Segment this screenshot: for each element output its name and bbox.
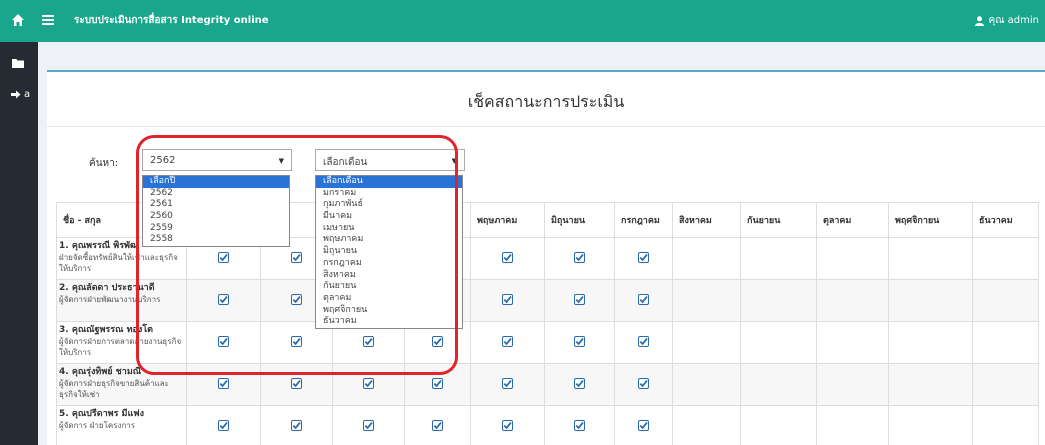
table-row: 5. คุณปรีดาพร มีแฟงผู้จัดการ ฝ่ายโครงการ: [56, 405, 1039, 445]
status-cell: [816, 237, 889, 280]
status-cell: [740, 321, 817, 364]
status-cell: [404, 405, 471, 445]
status-cell: [470, 405, 545, 445]
checkbox-checked-icon: [363, 419, 374, 431]
status-cell: [544, 237, 615, 280]
checkbox-checked-icon: [432, 377, 443, 389]
checkbox-checked-icon: [638, 377, 649, 389]
top-navbar: ระบบประเมินการสื่อสาร Integrity online ค…: [0, 0, 1045, 42]
highlight-annotation: [136, 135, 458, 375]
title-divider: [47, 126, 1045, 127]
checkbox-checked-icon: [638, 335, 649, 347]
status-cell: [544, 279, 615, 322]
checkbox-checked-icon: [574, 419, 585, 431]
sign-out-icon: [11, 90, 21, 99]
column-header: ตุลาคม: [816, 202, 889, 238]
column-header: สิงหาคม: [672, 202, 741, 238]
column-header: ธันวาคม: [972, 202, 1039, 238]
employee-role: ผู้จัดการฝ่ายธุรกิจขายสินค้าและธุรกิจให้…: [59, 379, 169, 399]
checkbox-checked-icon: [638, 293, 649, 305]
status-cell: [672, 363, 741, 406]
status-cell: [816, 279, 889, 322]
status-cell: [672, 279, 741, 322]
status-cell: [888, 405, 973, 445]
employee-name: 5. คุณปรีดาพร มีแฟง: [59, 409, 145, 419]
status-cell: [972, 237, 1039, 280]
status-cell: [672, 321, 741, 364]
checkbox-checked-icon: [291, 419, 302, 431]
status-cell: [672, 237, 741, 280]
status-cell: [614, 363, 673, 406]
status-cell: [614, 279, 673, 322]
status-cell: [544, 405, 615, 445]
status-cell: [816, 363, 889, 406]
home-icon[interactable]: [11, 13, 25, 27]
column-header: พฤศจิกายน: [888, 202, 973, 238]
status-cell: [470, 363, 545, 406]
column-header: กรกฎาคม: [614, 202, 673, 238]
employee-cell: 5. คุณปรีดาพร มีแฟงผู้จัดการ ฝ่ายโครงการ: [56, 405, 187, 445]
status-cell: [972, 321, 1039, 364]
column-header: มิถุนายน: [544, 202, 615, 238]
hamburger-menu-icon[interactable]: [42, 14, 54, 26]
status-cell: [614, 237, 673, 280]
employee-role: ผู้จัดการ ฝ่ายโครงการ: [59, 421, 136, 430]
checkbox-checked-icon: [218, 377, 229, 389]
checkbox-checked-icon: [574, 251, 585, 263]
status-cell: [614, 405, 673, 445]
checkbox-checked-icon: [218, 419, 229, 431]
checkbox-checked-icon: [502, 335, 513, 347]
status-cell: [470, 237, 545, 280]
status-cell: [740, 237, 817, 280]
status-cell: [888, 237, 973, 280]
sidebar-item-signout[interactable]: a: [11, 89, 30, 100]
status-cell: [816, 321, 889, 364]
status-cell: [544, 321, 615, 364]
user-name: คุณ admin: [988, 15, 1039, 26]
status-cell: [888, 363, 973, 406]
column-header: พฤษภาคม: [470, 202, 545, 238]
status-cell: [972, 405, 1039, 445]
status-cell: [740, 279, 817, 322]
status-cell: [614, 321, 673, 364]
status-cell: [672, 405, 741, 445]
checkbox-checked-icon: [638, 419, 649, 431]
app-title[interactable]: ระบบประเมินการสื่อสาร Integrity online: [74, 13, 269, 28]
column-header: กันยายน: [740, 202, 817, 238]
checkbox-checked-icon: [574, 293, 585, 305]
sidebar-item-label: a: [24, 89, 31, 100]
status-cell: [186, 405, 261, 445]
status-cell: [972, 363, 1039, 406]
checkbox-checked-icon: [291, 377, 302, 389]
user-menu[interactable]: คุณ admin: [974, 13, 1039, 28]
status-cell: [332, 405, 405, 445]
page-title: เช็คสถานะการประเมิน: [467, 92, 625, 111]
search-label: ค้นหา:: [89, 158, 119, 169]
checkbox-checked-icon: [574, 335, 585, 347]
status-cell: [470, 321, 545, 364]
checkbox-checked-icon: [502, 293, 513, 305]
checkbox-checked-icon: [363, 377, 374, 389]
user-icon: [974, 15, 984, 26]
status-cell: [888, 321, 973, 364]
checkbox-checked-icon: [502, 251, 513, 263]
folder-icon[interactable]: [12, 58, 24, 68]
status-cell: [260, 405, 333, 445]
status-cell: [972, 279, 1039, 322]
checkbox-checked-icon: [638, 251, 649, 263]
checkbox-checked-icon: [432, 419, 443, 431]
checkbox-checked-icon: [574, 377, 585, 389]
status-cell: [544, 363, 615, 406]
checkbox-checked-icon: [502, 419, 513, 431]
status-cell: [470, 279, 545, 322]
status-cell: [816, 405, 889, 445]
status-cell: [888, 279, 973, 322]
status-cell: [740, 363, 817, 406]
status-cell: [740, 405, 817, 445]
sidebar: a: [0, 42, 38, 445]
checkbox-checked-icon: [502, 377, 513, 389]
